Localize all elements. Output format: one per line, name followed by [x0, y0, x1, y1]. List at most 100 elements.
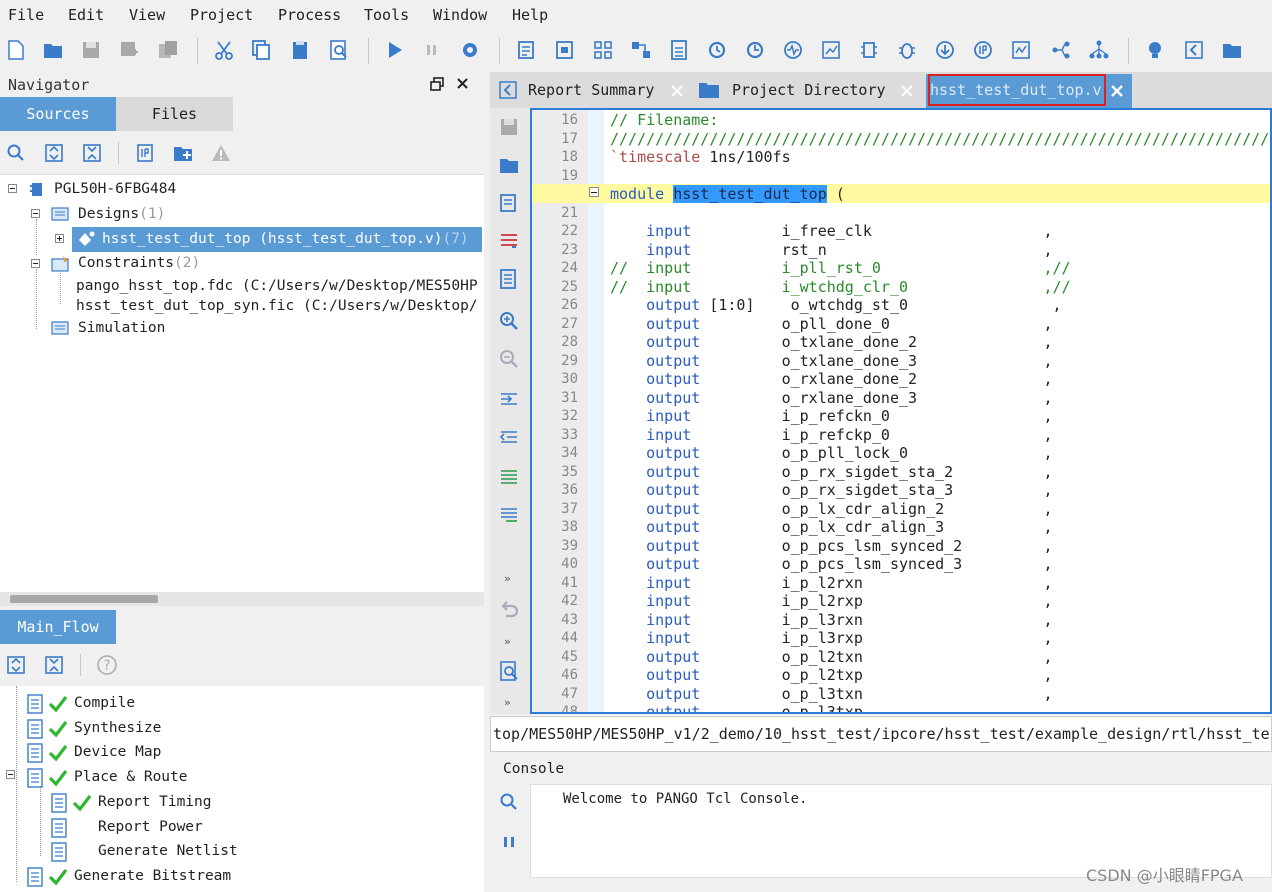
pause-icon[interactable]: [421, 39, 443, 61]
tab-files[interactable]: Files: [116, 97, 233, 131]
menu-process[interactable]: Process: [278, 6, 341, 24]
add-ip-icon[interactable]: [134, 142, 156, 164]
warning-icon[interactable]: [210, 142, 232, 164]
flow-step[interactable]: Place & Route: [26, 768, 326, 790]
flow-step[interactable]: Device Map: [26, 743, 326, 765]
expand-all-icon[interactable]: [5, 654, 27, 676]
code-line[interactable]: `timescale 1ns/100fs: [610, 148, 791, 166]
uncomment-icon[interactable]: [498, 504, 520, 526]
cut-icon[interactable]: [213, 39, 235, 61]
more-chevron-icon[interactable]: »: [504, 635, 511, 648]
float-panel-icon[interactable]: [430, 77, 444, 91]
code-line[interactable]: output o_p_l2txp ,: [610, 666, 1052, 684]
flow-step[interactable]: Report Timing: [50, 793, 350, 815]
code-line[interactable]: output [1:0] o_wtchdg_st_0 ,: [610, 296, 1061, 314]
save-icon[interactable]: [80, 39, 102, 61]
collapse-toggle[interactable]: [31, 209, 40, 218]
paste-icon[interactable]: [289, 39, 311, 61]
more-chevron-icon[interactable]: »: [504, 572, 511, 585]
settings-gear-icon[interactable]: [459, 39, 481, 61]
scrollbar-thumb[interactable]: [10, 595, 158, 603]
code-line[interactable]: input rst_n ,: [610, 241, 1052, 259]
refresh-icon[interactable]: [706, 39, 728, 61]
close-tab-icon[interactable]: [670, 84, 684, 98]
code-line[interactable]: input i_p_refckp_0 ,: [610, 426, 1052, 444]
code-line[interactable]: output o_p_lx_cdr_align_2 ,: [610, 500, 1052, 518]
calculator-icon[interactable]: [668, 39, 690, 61]
chart-report-icon[interactable]: [820, 39, 842, 61]
constraints-node[interactable]: Constraints(2): [78, 255, 200, 271]
netlist-icon[interactable]: [630, 39, 652, 61]
flow-step[interactable]: Synthesize: [26, 718, 326, 741]
code-line[interactable]: // input i_pll_rst_0 ,//: [610, 259, 1071, 277]
collapse-toggle[interactable]: [31, 259, 40, 268]
save-all-icon[interactable]: [157, 39, 179, 61]
compare-icon[interactable]: [498, 230, 520, 252]
code-line[interactable]: input i_p_l2rxn ,: [610, 574, 1052, 592]
grid-planner-icon[interactable]: [592, 39, 614, 61]
flow-step[interactable]: Generate Bitstream: [26, 867, 326, 889]
document-list-icon[interactable]: [498, 268, 520, 290]
find-icon[interactable]: [328, 39, 350, 61]
undo-icon[interactable]: [498, 598, 520, 620]
run-icon[interactable]: [384, 39, 406, 61]
code-line[interactable]: input i_p_refckn_0 ,: [610, 407, 1052, 425]
more-chevron-icon[interactable]: »: [504, 696, 511, 709]
help-icon[interactable]: ?: [96, 654, 118, 676]
code-line[interactable]: output o_txlane_done_3 ,: [610, 352, 1052, 370]
constraint-file-fdc[interactable]: pango_hsst_top.fdc (C:/Users/w/Desktop/M…: [76, 278, 478, 294]
horizontal-scrollbar[interactable]: [0, 592, 484, 606]
simulation-node[interactable]: Simulation: [78, 320, 165, 336]
menu-edit[interactable]: Edit: [68, 6, 104, 24]
hierarchy-icon[interactable]: [1050, 39, 1072, 61]
project-folder-icon[interactable]: [1221, 39, 1243, 61]
pango-logo-icon[interactable]: [1183, 39, 1205, 61]
collapse-all-icon[interactable]: [43, 654, 65, 676]
waveform-icon[interactable]: [782, 39, 804, 61]
code-line[interactable]: module hsst_test_dut_top (: [610, 185, 845, 203]
code-line[interactable]: output o_p_pcs_lsm_synced_2 ,: [610, 537, 1052, 555]
code-line[interactable]: output o_pll_done_0 ,: [610, 315, 1052, 333]
code-line[interactable]: input i_p_l2rxp ,: [610, 592, 1052, 610]
menu-project[interactable]: Project: [190, 6, 253, 24]
tree-network-icon[interactable]: [1088, 39, 1110, 61]
code-line[interactable]: output o_p_rx_sigdet_sta_2 ,: [610, 463, 1052, 481]
flow-step[interactable]: Generate Netlist: [50, 842, 350, 864]
zoom-in-icon[interactable]: [498, 310, 520, 332]
code-line[interactable]: output o_p_pll_lock_0 ,: [610, 444, 1052, 462]
flow-step[interactable]: Compile: [26, 694, 326, 716]
close-panel-icon[interactable]: [456, 77, 469, 90]
edit-file-icon[interactable]: [498, 192, 520, 214]
debug-bug-icon[interactable]: [896, 39, 918, 61]
menu-file[interactable]: File: [8, 6, 44, 24]
tab-project-directory[interactable]: Project Directory: [690, 74, 922, 108]
code-line[interactable]: // Filename:: [610, 111, 718, 129]
ip-catalog-icon[interactable]: [972, 39, 994, 61]
expand-toggle[interactable]: [55, 234, 64, 243]
pause-icon[interactable]: [501, 834, 517, 850]
code-line[interactable]: output o_p_rx_sigdet_sta_3 ,: [610, 481, 1052, 499]
indent-icon[interactable]: [498, 388, 520, 410]
code-line[interactable]: output o_p_l3txn ,: [610, 685, 1052, 703]
code-line[interactable]: // input i_wtchdg_clr_0 ,//: [610, 278, 1071, 296]
menu-view[interactable]: View: [129, 6, 165, 24]
code-line[interactable]: input i_p_l3rxp ,: [610, 629, 1052, 647]
top-module-node[interactable]: hsst_test_dut_top (hsst_test_dut_top.v)(…: [102, 231, 469, 247]
search-icon[interactable]: [499, 792, 519, 812]
add-source-icon[interactable]: [172, 142, 194, 164]
code-line[interactable]: output o_p_pcs_lsm_synced_3 ,: [610, 555, 1052, 573]
edit-doc-icon[interactable]: [516, 39, 538, 61]
copy-icon[interactable]: [250, 39, 272, 61]
outdent-icon[interactable]: [498, 426, 520, 448]
fold-toggle[interactable]: [589, 187, 599, 197]
collapse-all-icon[interactable]: [81, 142, 103, 164]
lightbulb-icon[interactable]: [1144, 39, 1166, 61]
collapse-toggle[interactable]: [6, 770, 15, 779]
timing-icon[interactable]: [744, 39, 766, 61]
download-icon[interactable]: [934, 39, 956, 61]
constraint-file-fic[interactable]: hsst_test_dut_top_syn.fic (C:/Users/w/De…: [76, 298, 478, 314]
tab-sources[interactable]: Sources: [0, 97, 116, 131]
code-line[interactable]: output o_p_l2txn ,: [610, 648, 1052, 666]
tab-main-flow[interactable]: Main_Flow: [0, 610, 116, 644]
new-file-icon[interactable]: [5, 39, 27, 61]
